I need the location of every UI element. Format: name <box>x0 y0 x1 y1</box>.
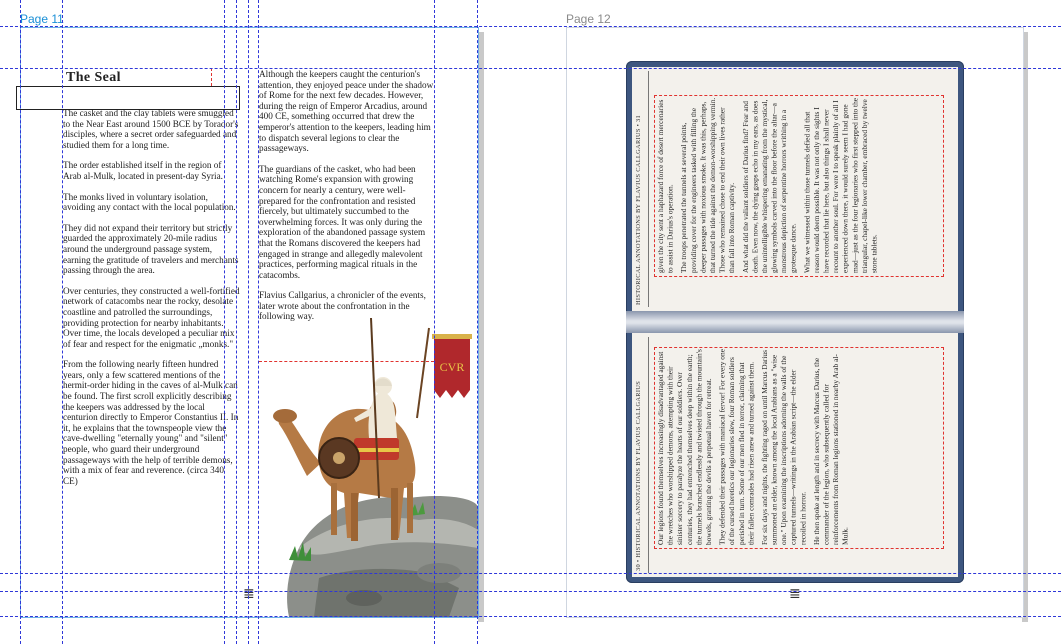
guide-line-vertical[interactable] <box>224 0 225 644</box>
book-page-top: HISTORICAL ANNOTATIONS BY FLAVIUS CALLGA… <box>632 67 958 311</box>
page-12-label[interactable]: Page 12 <box>566 12 611 26</box>
book-text-bottom: Our legions found themselves increasingl… <box>656 349 850 545</box>
guide-line-vertical[interactable] <box>477 0 478 644</box>
paragraph: The monks lived in voluntary isolation, … <box>63 191 236 213</box>
page-11[interactable]: The Seal The casket and the clay tablets… <box>16 27 479 618</box>
paragraph: Although the keepers caught the centurio… <box>259 69 434 154</box>
paragraph: From the following nearly fifteen hundre… <box>63 359 239 486</box>
page-11-label[interactable]: Page 11 <box>20 12 64 26</box>
paragraph: Over centuries, they constructed a well-… <box>63 285 240 349</box>
heading-frame[interactable] <box>16 86 240 110</box>
guide-line-horizontal[interactable] <box>0 68 1061 69</box>
book-page-header: 30 • HISTORICAL ANNOTATIONS BY FLAVIUS C… <box>635 380 642 571</box>
svg-text:CVR: CVR <box>440 360 465 374</box>
book-page-header: HISTORICAL ANNOTATIONS BY FLAVIUS CALLGA… <box>635 114 642 305</box>
open-book-illustration[interactable]: HISTORICAL ANNOTATIONS BY FLAVIUS CALLGA… <box>626 61 964 583</box>
guide-line-horizontal[interactable] <box>0 573 1061 574</box>
guide-line-vertical[interactable] <box>236 0 237 644</box>
guide-line-vertical[interactable] <box>434 0 435 644</box>
book-page-bottom: 30 • HISTORICAL ANNOTATIONS BY FLAVIUS C… <box>632 333 958 577</box>
page-12[interactable]: HISTORICAL ANNOTATIONS BY FLAVIUS CALLGA… <box>566 27 1024 618</box>
guide-line-vertical[interactable] <box>248 0 249 644</box>
paragraph: They did not expand their territory but … <box>63 222 239 276</box>
banner-icon: CVR <box>432 334 472 398</box>
guide-line-vertical[interactable] <box>62 0 63 644</box>
paragraph: The order established itself in the regi… <box>63 160 223 181</box>
guide-line-vertical[interactable] <box>20 0 21 644</box>
book-spine <box>626 311 964 333</box>
paragraph: The guardians of the casket, who had bee… <box>259 163 426 280</box>
guide-line-horizontal[interactable] <box>0 591 1061 592</box>
text-column-1[interactable]: The casket and the clay tablets were smu… <box>63 108 241 568</box>
guide-line-horizontal[interactable] <box>0 26 1061 27</box>
guide-line-horizontal[interactable] <box>0 616 1061 617</box>
page-number-marker-icon: ≣ <box>789 586 801 602</box>
book-text-top: given the city sent a haphazard force of… <box>656 97 879 273</box>
guide-line-vertical[interactable] <box>258 0 259 644</box>
heading-frame-edge <box>211 68 212 86</box>
paragraph: The casket and the clay tablets were smu… <box>63 108 239 150</box>
camel-rider-illustration[interactable]: CVR <box>259 298 478 617</box>
section-heading[interactable]: The Seal <box>66 70 121 86</box>
